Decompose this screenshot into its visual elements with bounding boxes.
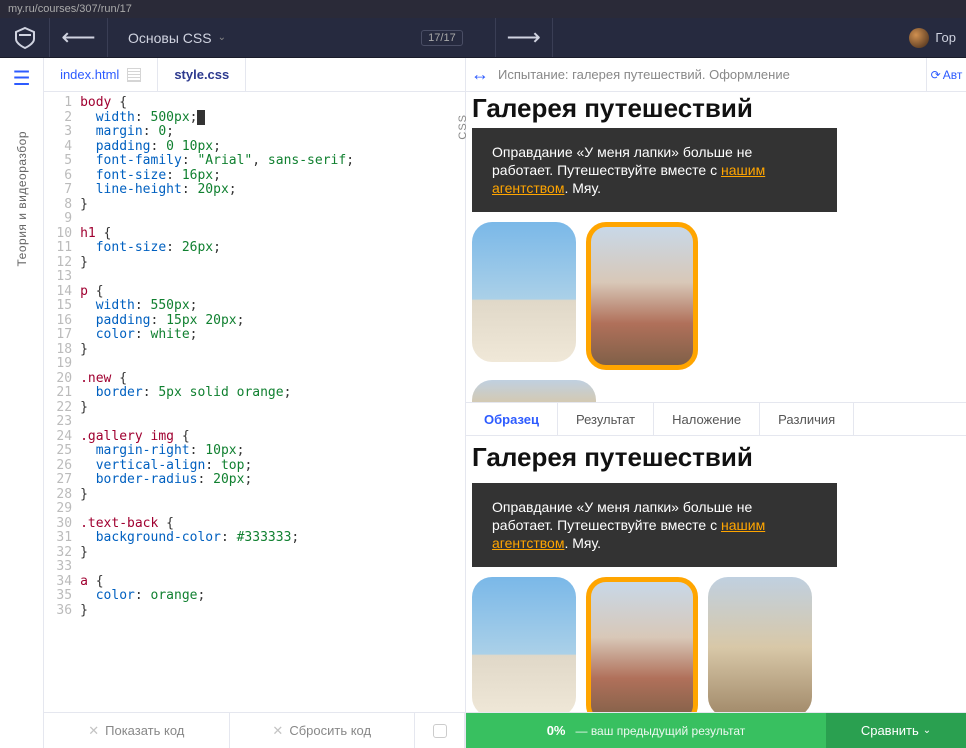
gallery-image [472,577,576,712]
preview-header: ↔ Испытание: галерея путешествий. Оформл… [466,58,966,92]
intro-paragraph: Оправдание «У меня лапки» больше не рабо… [472,128,837,212]
tab-overlay[interactable]: Наложение [654,403,760,435]
gallery-row [472,222,960,370]
tab-index-html[interactable]: index.html [44,58,158,91]
editor-bottom-bar: ✕Показать код ✕Сбросить код [44,712,465,748]
editor-column: index.html style.css CSS 123456789101112… [44,58,466,748]
reset-button[interactable]: ✕Сбросить код [230,713,415,748]
result-pane: Галерея путешествий Оправдание «У меня л… [466,92,966,402]
tab-diff[interactable]: Различия [760,403,854,435]
enter-key-icon [433,724,447,738]
user-menu[interactable]: Гор [899,28,966,48]
show-answer-button[interactable]: ✕Показать код [44,713,229,748]
run-button[interactable] [415,713,465,748]
compare-tabs: Образец Результат Наложение Различия [466,402,966,436]
gallery-image-new [586,577,698,712]
chevron-down-icon: ⌄ [218,32,226,43]
browser-url-bar: my.ru/courses/307/run/17 [0,0,966,18]
css-vertical-label[interactable]: CSS [457,114,469,140]
course-title: Основы CSS [128,30,212,46]
gallery-image-new [586,222,698,370]
avatar [909,28,929,48]
page-url: my.ru/courses/307/run/17 [8,3,132,15]
gallery-image [708,577,812,712]
username: Гор [935,30,956,45]
progress-badge: 17/17 [421,30,463,46]
split-icon [127,68,141,82]
theory-tab[interactable]: Теория и видеоразбор [15,131,29,266]
gallery-heading: Галерея путешествий [472,442,960,473]
prev-lesson-button[interactable]: ⟵ [50,18,108,57]
preview-column: ↔ Испытание: галерея путешествий. Оформл… [466,58,966,748]
tab-style-css[interactable]: style.css [158,58,246,91]
preview-title: Испытание: галерея путешествий. Оформлен… [494,67,926,82]
gallery-row [472,380,960,402]
app-header: ⟵ Основы CSS ⌄ 17/17 ⟶ Гор [0,18,966,58]
gallery-row [472,577,960,712]
tab-sample[interactable]: Образец [466,403,558,435]
next-lesson-button[interactable]: ⟶ [495,18,553,57]
gallery-image [472,380,596,402]
reference-pane: Галерея путешествий Оправдание «У меня л… [466,436,966,712]
gallery-image [472,222,576,362]
logo[interactable] [0,18,50,57]
chevron-down-icon: ⌄ [923,725,931,736]
resize-handle-icon[interactable]: ↔ [466,64,494,85]
refresh-icon: ⟳ [931,68,941,82]
menu-icon[interactable]: ☰ [13,66,31,91]
course-selector[interactable]: Основы CSS ⌄ 17/17 [108,18,495,57]
auto-refresh-button[interactable]: ⟳ Авт [926,58,966,91]
tab-result[interactable]: Результат [558,403,654,435]
gallery-heading: Галерея путешествий [472,98,960,118]
left-rail: ☰ Теория и видеоразбор [0,58,44,748]
score-button[interactable]: 0% — ваш предыдущий результат [466,713,826,748]
preview-bottom-bar: 0% — ваш предыдущий результат Сравнить ⌄ [466,712,966,748]
file-tabs: index.html style.css [44,58,465,92]
code-editor[interactable]: 1234567891011121314151617181920212223242… [44,92,465,712]
intro-paragraph: Оправдание «У меня лапки» больше не рабо… [472,483,837,567]
compare-button[interactable]: Сравнить ⌄ [826,713,966,748]
